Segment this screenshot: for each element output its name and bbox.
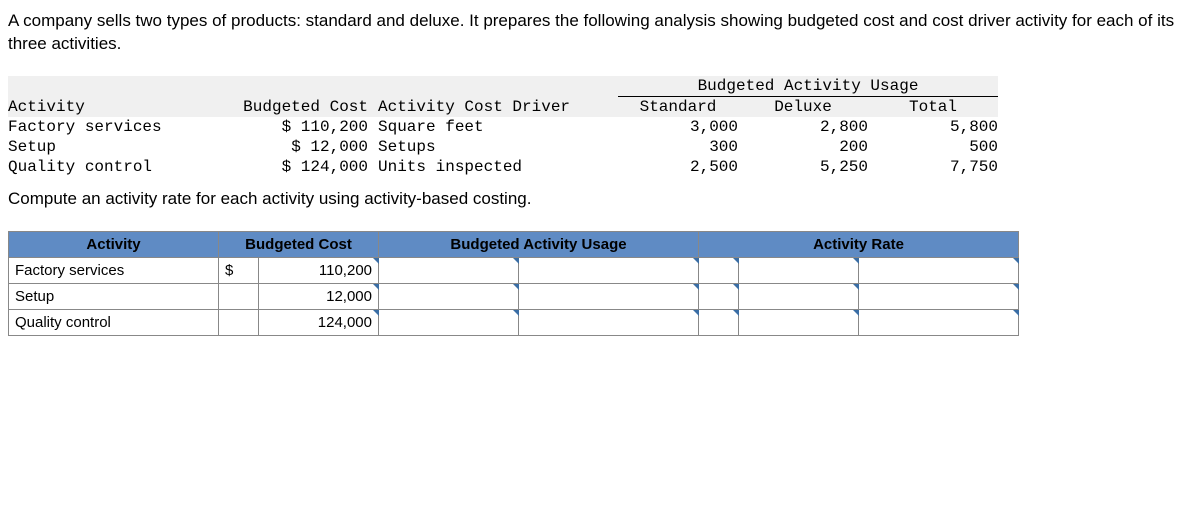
- data-cell: $ 124,000: [218, 157, 368, 177]
- answer-rate-unit-input[interactable]: [859, 257, 1019, 283]
- answer-header-cost: Budgeted Cost: [219, 231, 379, 257]
- data-cell: 7,750: [868, 157, 998, 177]
- activity-data-table: Budgeted Activity Usage Activity Budgete…: [8, 76, 998, 177]
- table-row: Setup 12,000: [9, 283, 1019, 309]
- data-cell: Factory services: [8, 117, 218, 137]
- header-total: Total: [868, 96, 998, 117]
- header-cost: Budgeted Cost: [218, 96, 368, 117]
- data-cell: Setup: [8, 137, 218, 157]
- header-driver: Activity Cost Driver: [368, 96, 618, 117]
- data-cell: Units inspected: [368, 157, 618, 177]
- data-cell: Quality control: [8, 157, 218, 177]
- answer-rate-unit-input[interactable]: [859, 283, 1019, 309]
- data-cell: 500: [868, 137, 998, 157]
- answer-usage-input[interactable]: [379, 309, 519, 335]
- data-cell: 5,250: [738, 157, 868, 177]
- answer-header-activity: Activity: [9, 231, 219, 257]
- answer-currency-cell: $: [219, 257, 259, 283]
- data-cell: 2,500: [618, 157, 738, 177]
- answer-rate-input[interactable]: [739, 257, 859, 283]
- answer-rate-currency-input[interactable]: [699, 257, 739, 283]
- data-cell: $ 12,000: [218, 137, 368, 157]
- data-cell: Setups: [368, 137, 618, 157]
- table-row: Quality control 124,000: [9, 309, 1019, 335]
- data-cell: 2,800: [738, 117, 868, 137]
- answer-usage-unit-input[interactable]: [519, 309, 699, 335]
- data-cell: 200: [738, 137, 868, 157]
- instruction-text: Compute an activity rate for each activi…: [8, 189, 1192, 209]
- header-activity: Activity: [8, 96, 218, 117]
- data-cell: 3,000: [618, 117, 738, 137]
- answer-cost-input[interactable]: 12,000: [259, 283, 379, 309]
- answer-rate-input[interactable]: [739, 309, 859, 335]
- data-cell: 300: [618, 137, 738, 157]
- answer-usage-input[interactable]: [379, 257, 519, 283]
- answer-usage-unit-input[interactable]: [519, 257, 699, 283]
- answer-activity-cell: Quality control: [9, 309, 219, 335]
- answer-rate-currency-input[interactable]: [699, 283, 739, 309]
- answer-usage-input[interactable]: [379, 283, 519, 309]
- answer-cost-input[interactable]: 124,000: [259, 309, 379, 335]
- answer-activity-cell: Factory services: [9, 257, 219, 283]
- answer-table: Activity Budgeted Cost Budgeted Activity…: [8, 231, 1019, 336]
- answer-usage-unit-input[interactable]: [519, 283, 699, 309]
- header-deluxe: Deluxe: [738, 96, 868, 117]
- answer-activity-cell: Setup: [9, 283, 219, 309]
- answer-currency-cell: [219, 309, 259, 335]
- data-cell: Square feet: [368, 117, 618, 137]
- data-cell: $ 110,200: [218, 117, 368, 137]
- header-standard: Standard: [618, 96, 738, 117]
- answer-header-rate: Activity Rate: [699, 231, 1019, 257]
- table-row: Factory services $ 110,200: [9, 257, 1019, 283]
- answer-header-usage: Budgeted Activity Usage: [379, 231, 699, 257]
- problem-intro: A company sells two types of products: s…: [8, 10, 1192, 56]
- answer-currency-cell: [219, 283, 259, 309]
- answer-rate-input[interactable]: [739, 283, 859, 309]
- answer-cost-input[interactable]: 110,200: [259, 257, 379, 283]
- answer-rate-currency-input[interactable]: [699, 309, 739, 335]
- data-cell: 5,800: [868, 117, 998, 137]
- answer-rate-unit-input[interactable]: [859, 309, 1019, 335]
- usage-span-header: Budgeted Activity Usage: [618, 76, 998, 97]
